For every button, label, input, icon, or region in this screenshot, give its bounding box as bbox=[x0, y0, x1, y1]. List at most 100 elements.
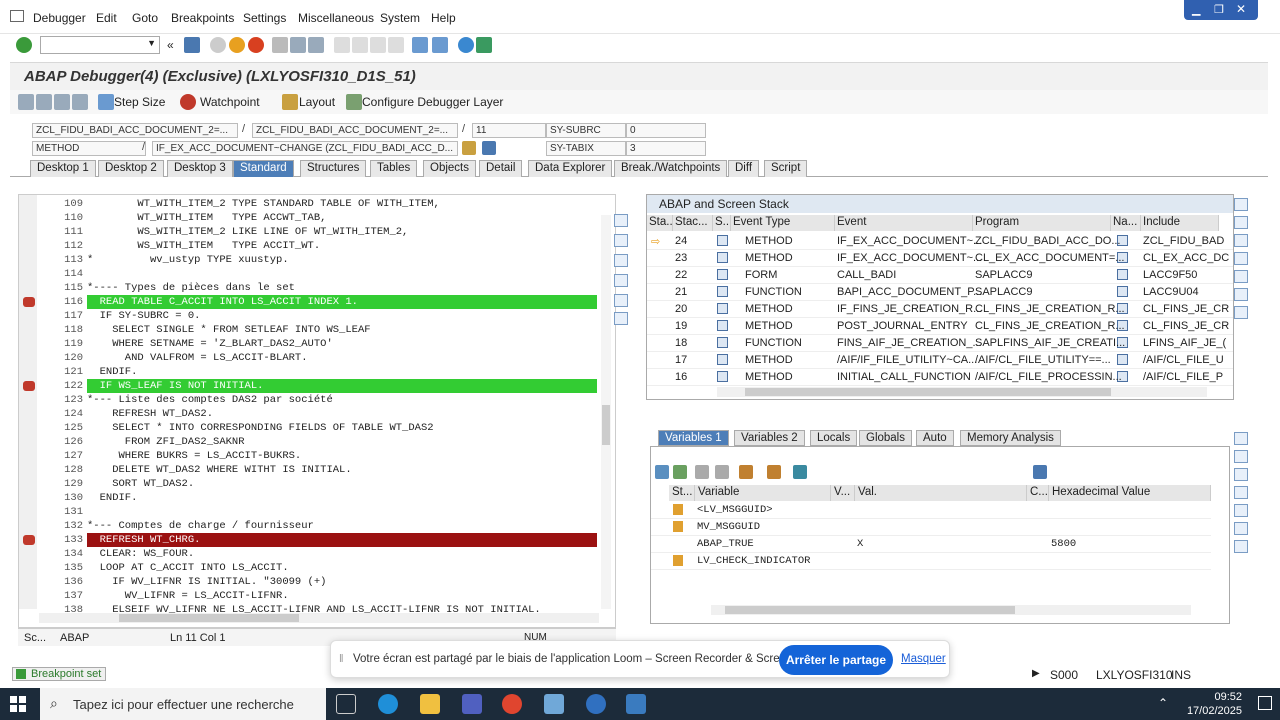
breakpoint-icon[interactable] bbox=[23, 297, 35, 307]
code-line[interactable]: 109 WT_WITH_ITEM_2 TYPE STANDARD TABLE O… bbox=[19, 197, 599, 211]
minimize-icon[interactable]: ▁ bbox=[1192, 3, 1200, 16]
stack-row[interactable]: 20 METHOD IF_FINS_JE_CREATION_R... CL_FINS_… bbox=[647, 301, 1233, 318]
replace-tool-icon[interactable] bbox=[1234, 486, 1248, 499]
navigate-icon[interactable] bbox=[462, 141, 476, 155]
layout-menu-icon[interactable] bbox=[476, 37, 492, 53]
code-line[interactable]: 110 WT_WITH_ITEM TYPE ACCWT_TAB, bbox=[19, 211, 599, 225]
cancel-icon[interactable] bbox=[248, 37, 264, 53]
hierarchy-icon[interactable] bbox=[739, 465, 753, 479]
services-icon[interactable] bbox=[1234, 288, 1248, 301]
input-mode-label[interactable]: INS bbox=[1171, 668, 1191, 682]
fullscreen-icon[interactable] bbox=[1234, 234, 1248, 247]
services-icon[interactable] bbox=[614, 294, 628, 307]
tab-data-explorer[interactable]: Data Explorer bbox=[528, 160, 613, 177]
close-tool-icon[interactable] bbox=[1234, 432, 1248, 445]
transfer-icon[interactable] bbox=[767, 465, 781, 479]
tab-locals[interactable]: Locals bbox=[810, 430, 858, 446]
variable-row[interactable]: ABAP_TRUE X 5800 bbox=[651, 536, 1211, 553]
last-page-icon[interactable] bbox=[388, 37, 404, 53]
back-icon[interactable] bbox=[210, 37, 226, 53]
tab-auto[interactable]: Auto bbox=[916, 430, 954, 446]
scroll-thumb[interactable] bbox=[725, 606, 1015, 614]
app-menu-icon[interactable] bbox=[10, 10, 24, 22]
tab-standard[interactable]: Standard bbox=[233, 160, 294, 177]
code-line[interactable]: 114 bbox=[19, 267, 599, 281]
var-col-hex[interactable]: Hexadecimal Value bbox=[1049, 485, 1211, 501]
save-icon[interactable] bbox=[1033, 465, 1047, 479]
print-icon[interactable] bbox=[272, 37, 288, 53]
code-line[interactable]: 121 ENDIF. bbox=[19, 365, 599, 379]
tab-objects[interactable]: Objects bbox=[423, 160, 476, 177]
stack-row[interactable]: 21 FUNCTION BAPI_ACC_DOCUMENT_P... SAPLACC9… bbox=[647, 284, 1233, 301]
tab-desktop-1[interactable]: Desktop 1 bbox=[30, 160, 96, 177]
code-line[interactable]: 137 WV_LIFNR = LS_ACCIT-LIFNR. bbox=[19, 589, 599, 603]
info-icon[interactable] bbox=[482, 141, 496, 155]
display-object-icon[interactable] bbox=[614, 214, 628, 227]
code-line[interactable]: 116 READ TABLE C_ACCIT INTO LS_ACCIT IND… bbox=[19, 295, 599, 309]
tab-desktop-3[interactable]: Desktop 3 bbox=[167, 160, 233, 177]
tab-break-watchpoints[interactable]: Break./Watchpoints bbox=[614, 160, 728, 177]
program-field[interactable]: ZCL_FIDU_BADI_ACC_DOCUMENT_2=... bbox=[32, 123, 238, 138]
next-page-icon[interactable] bbox=[370, 37, 386, 53]
swap-tool-icon[interactable] bbox=[1234, 270, 1248, 283]
var-col-c[interactable]: C... bbox=[1027, 485, 1049, 501]
display-object-icon[interactable] bbox=[1234, 450, 1248, 463]
menu-goto[interactable]: Goto bbox=[132, 11, 158, 25]
stack-row[interactable]: 18 FUNCTION FINS_AIF_JE_CREATION_... SAPLFI… bbox=[647, 335, 1233, 352]
file-explorer-icon[interactable] bbox=[420, 694, 440, 714]
taskbar-search-box[interactable]: ⌕ Tapez ici pour effectuer une recherche bbox=[40, 688, 326, 720]
taskbar-clock[interactable]: 09:52 17/02/2025 bbox=[1187, 690, 1242, 718]
help-icon[interactable] bbox=[458, 37, 474, 53]
shortcut-icon[interactable] bbox=[432, 37, 448, 53]
command-field[interactable]: ▼ bbox=[40, 36, 160, 54]
code-line[interactable]: 125 SELECT * INTO CORRESPONDING FIELDS O… bbox=[19, 421, 599, 435]
code-line[interactable]: 131 bbox=[19, 505, 599, 519]
stack-row[interactable]: 16 METHOD INITIAL_CALL_FUNCTION/AIF/CL_FIL… bbox=[647, 369, 1233, 386]
source-code-editor[interactable]: 109 WT_WITH_ITEM_2 TYPE STANDARD TABLE O… bbox=[18, 194, 616, 628]
variable-row[interactable]: LV_CHECK_INDICATOR bbox=[651, 553, 1211, 570]
play-icon[interactable]: ▶ bbox=[1032, 668, 1040, 679]
stack-row[interactable]: 23 METHOD IF_EX_ACC_DOCUMENT~... CL_EX_ACC_… bbox=[647, 250, 1233, 267]
return-icon[interactable] bbox=[54, 94, 70, 110]
exit-icon[interactable] bbox=[229, 37, 245, 53]
settings-tool-icon[interactable] bbox=[1234, 306, 1248, 319]
maximize-icon[interactable]: ❐ bbox=[1214, 3, 1224, 16]
previous-page-icon[interactable] bbox=[352, 37, 368, 53]
tab-desktop-2[interactable]: Desktop 2 bbox=[98, 160, 164, 177]
single-step-icon[interactable] bbox=[18, 94, 34, 110]
close-icon[interactable]: ✕ bbox=[1236, 2, 1246, 16]
tab-tables[interactable]: Tables bbox=[370, 160, 418, 177]
hide-banner-link[interactable]: Masquer bbox=[901, 653, 946, 665]
code-line[interactable]: 120 AND VALFROM = LS_ACCIT-BLART. bbox=[19, 351, 599, 365]
watchpoint-button[interactable]: Watchpoint bbox=[200, 95, 260, 109]
var-col-variable[interactable]: Variable bbox=[695, 485, 831, 501]
code-line[interactable]: 127 WHERE BUKRS = LS_ACCIT-BUKRS. bbox=[19, 449, 599, 463]
find-icon[interactable] bbox=[290, 37, 306, 53]
notification-icon[interactable] bbox=[1258, 696, 1272, 710]
chevron-up-icon[interactable]: ⌃ bbox=[1158, 696, 1168, 710]
session-label[interactable]: S000 bbox=[1050, 668, 1078, 682]
display-object-icon[interactable] bbox=[1234, 216, 1248, 229]
stack-col-status[interactable]: Sta... bbox=[647, 215, 673, 231]
navigate-icon[interactable] bbox=[1117, 354, 1128, 365]
first-page-icon[interactable] bbox=[334, 37, 350, 53]
settings-tool-icon[interactable] bbox=[1234, 540, 1248, 553]
sy-subrc-value[interactable]: 0 bbox=[626, 123, 706, 138]
navigate-icon[interactable] bbox=[1117, 269, 1128, 280]
export-icon[interactable] bbox=[793, 465, 807, 479]
var-col-v[interactable]: V... bbox=[831, 485, 855, 501]
code-line[interactable]: 129 SORT WT_DAS2. bbox=[19, 477, 599, 491]
stack-col-event-type[interactable]: Event Type bbox=[731, 215, 835, 231]
tab-diff[interactable]: Diff bbox=[728, 160, 760, 177]
tab-variables-1[interactable]: Variables 1 bbox=[658, 430, 729, 446]
chrome-icon[interactable] bbox=[502, 694, 522, 714]
stack-row[interactable]: 22 FORM CALL_BADI SAPLACC9 LACC9F50 bbox=[647, 267, 1233, 284]
code-line[interactable]: 111 WS_WITH_ITEM_2 LIKE LINE OF WT_WITH_… bbox=[19, 225, 599, 239]
menu-edit[interactable]: Edit bbox=[96, 11, 117, 25]
stack-col-s[interactable]: S... bbox=[713, 215, 731, 231]
stack-row[interactable]: ⇨ 24 METHOD IF_EX_ACC_DOCUMENT~... ZCL_FIDU_… bbox=[647, 233, 1233, 250]
code-line[interactable]: 112 WS_WITH_ITEM TYPE ACCIT_WT. bbox=[19, 239, 599, 253]
menu-debugger[interactable]: Debugger bbox=[33, 11, 86, 25]
editor-horizontal-scrollbar[interactable] bbox=[39, 613, 599, 623]
replace-tool-icon[interactable] bbox=[1234, 252, 1248, 265]
